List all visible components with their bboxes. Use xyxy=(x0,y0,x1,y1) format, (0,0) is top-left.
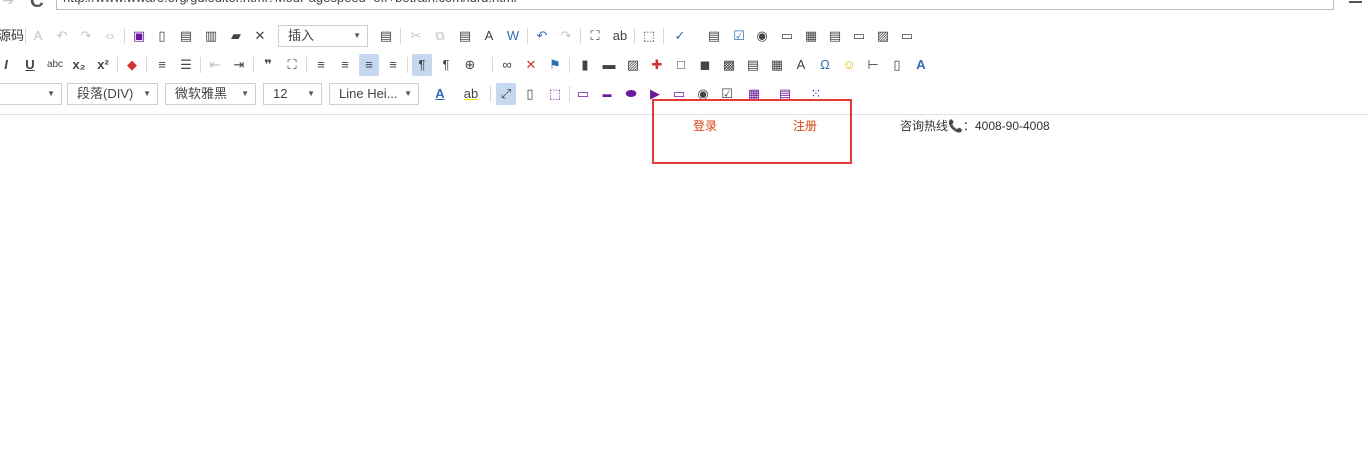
undo-icon[interactable]: ↶ xyxy=(532,25,552,47)
unordered-list-icon[interactable]: ☰ xyxy=(176,54,196,76)
unlink-icon[interactable]: ✕ xyxy=(521,54,541,76)
show-blocks-icon[interactable]: ▯ xyxy=(520,83,540,105)
align-right-icon[interactable]: ≡ xyxy=(359,54,379,76)
paste-icon[interactable]: ▤ xyxy=(455,25,475,47)
cut-icon[interactable]: ✂ xyxy=(406,25,426,47)
blockquote-icon[interactable]: ❞ xyxy=(258,54,278,76)
ordered-list-icon[interactable]: ≡ xyxy=(152,54,172,76)
save-icon[interactable]: ▣ xyxy=(129,25,149,47)
highlight-color-icon[interactable]: ab xyxy=(461,83,481,105)
paste-word-icon[interactable]: W xyxy=(503,25,523,47)
anchor-icon[interactable]: ⚑ xyxy=(545,54,565,76)
link-icon[interactable]: ∞ xyxy=(497,54,517,76)
find-icon[interactable]: ⛶ xyxy=(585,25,605,47)
flash-icon[interactable]: ▬ xyxy=(599,54,619,76)
remove-format-icon[interactable]: ◆ xyxy=(122,54,142,76)
strikethrough-icon[interactable]: abc xyxy=(45,54,65,76)
text-effect-icon[interactable]: A xyxy=(911,54,931,76)
horizontal-line-icon[interactable]: ⊢ xyxy=(863,54,883,76)
select-all-icon[interactable]: A xyxy=(28,25,48,47)
radio-icon[interactable]: ◉ xyxy=(752,25,772,47)
justify-icon[interactable]: ≡ xyxy=(383,54,403,76)
page-break-icon[interactable]: ◼ xyxy=(695,54,715,76)
table-icon[interactable]: ▦ xyxy=(767,54,787,76)
font-color-icon[interactable]: A xyxy=(430,83,450,105)
hidden-field-icon[interactable]: ▭ xyxy=(849,25,869,47)
new-doc-icon[interactable]: ▯ xyxy=(152,25,172,47)
iframe-icon[interactable]: □ xyxy=(671,54,691,76)
hotline-label: 咨询热线 xyxy=(900,119,949,133)
table-insert-icon[interactable]: ▤ xyxy=(743,54,763,76)
ltr-icon[interactable]: ¶ xyxy=(412,54,432,76)
font-family-select[interactable]: 微软雅黑 ▼ xyxy=(165,83,256,105)
lock-icon[interactable]: ▰ xyxy=(226,25,246,47)
page-icon[interactable]: ▯ xyxy=(887,54,907,76)
close-icon[interactable]: ✕ xyxy=(250,25,270,47)
outdent-icon[interactable]: ⇤ xyxy=(205,54,225,76)
line-height-select[interactable]: Line Hei... ▼ xyxy=(329,83,419,105)
replace-icon[interactable]: ab xyxy=(610,25,630,47)
phone-icon: 📞 xyxy=(948,119,963,133)
plugin-icon[interactable]: ✚ xyxy=(647,54,667,76)
select-icon[interactable]: ⬚ xyxy=(639,25,659,47)
special-char-icon[interactable]: Ω xyxy=(815,54,835,76)
browser-address-row: ➔ C http://www.wware.org/gdleditor.html?… xyxy=(0,0,1368,12)
font-size-select[interactable]: 12 ▼ xyxy=(263,83,322,105)
spellcheck-icon[interactable]: ✓ xyxy=(670,25,690,47)
superscript-icon[interactable]: x² xyxy=(93,54,113,76)
print-icon[interactable]: ▥ xyxy=(201,25,221,47)
chart-icon[interactable]: ▮ xyxy=(575,54,595,76)
insert-select[interactable]: 插入 ▼ xyxy=(278,25,368,47)
smiley-icon[interactable]: ☺ xyxy=(839,54,859,76)
italic-icon[interactable]: I xyxy=(0,54,16,76)
select-field-icon[interactable]: ▤ xyxy=(825,25,845,47)
image-button-icon[interactable]: ▨ xyxy=(873,25,893,47)
show-borders-icon[interactable]: ⬚ xyxy=(545,83,565,105)
redo-gray-icon[interactable]: ↷ xyxy=(76,25,96,47)
reload-icon[interactable]: C xyxy=(30,0,44,11)
hotline: 咨询热线📞：4008-90-4008 xyxy=(900,118,1050,134)
form-icon[interactable]: ▤ xyxy=(704,25,724,47)
button-icon[interactable]: ▭ xyxy=(897,25,917,47)
media-icon[interactable]: ⬬ xyxy=(621,83,641,105)
template-icon[interactable]: ▤ xyxy=(376,25,396,47)
underline-icon[interactable]: U xyxy=(20,54,40,76)
hotline-number: ：4008-90-4008 xyxy=(962,119,1050,133)
copy-icon[interactable]: ⧉ xyxy=(430,25,450,47)
browser-menu-icon[interactable] xyxy=(1349,0,1362,6)
language-icon[interactable]: ⊕ xyxy=(460,54,480,76)
textarea-icon[interactable]: ▦ xyxy=(801,25,821,47)
undo-gray-icon[interactable]: ↶ xyxy=(52,25,72,47)
url-input[interactable]: http://www.wware.org/gdleditor.html?ModP… xyxy=(56,0,1334,10)
find-replace-icon[interactable]: ⛶ xyxy=(282,54,302,76)
preview-icon[interactable]: ▤ xyxy=(176,25,196,47)
source-button[interactable]: 源码 xyxy=(0,25,24,47)
highlight-box xyxy=(652,99,852,164)
code-icon[interactable]: ‹› xyxy=(100,25,120,47)
maximize-icon[interactable]: ⤢ xyxy=(496,83,516,105)
block-format-select[interactable]: 段落(DIV) ▼ xyxy=(67,83,158,105)
text-tool-icon[interactable]: A xyxy=(791,54,811,76)
back-arrow-icon[interactable]: ➔ xyxy=(2,0,15,8)
checkbox-icon[interactable]: ☑ xyxy=(729,25,749,47)
ok-button-icon[interactable]: ▬ xyxy=(597,83,617,105)
image-icon[interactable]: ▨ xyxy=(623,54,643,76)
placeholder-icon[interactable]: ▭ xyxy=(573,83,593,105)
redo-icon[interactable]: ↷ xyxy=(556,25,576,47)
div-icon[interactable]: ▩ xyxy=(719,54,739,76)
align-left-icon[interactable]: ≡ xyxy=(311,54,331,76)
toolbar-row-1: 源码 A ↶ ↷ ‹› ▣ ▯ ▤ ▥ ▰ ✕ 插入 ▼ ▤ ✂ ⧉ ▤ A W … xyxy=(0,25,1368,49)
style-select[interactable]: ▼ xyxy=(0,83,62,105)
rtl-icon[interactable]: ¶ xyxy=(436,54,456,76)
paste-text-icon[interactable]: A xyxy=(479,25,499,47)
toolbar-row-2: I U abc x₂ x² ◆ ≡ ☰ ⇤ ⇥ ❞ ⛶ ≡ ≡ ≡ ≡ ¶ ¶ … xyxy=(0,54,1368,78)
textfield-icon[interactable]: ▭ xyxy=(777,25,797,47)
indent-icon[interactable]: ⇥ xyxy=(229,54,249,76)
align-center-icon[interactable]: ≡ xyxy=(335,54,355,76)
subscript-icon[interactable]: x₂ xyxy=(69,54,89,76)
